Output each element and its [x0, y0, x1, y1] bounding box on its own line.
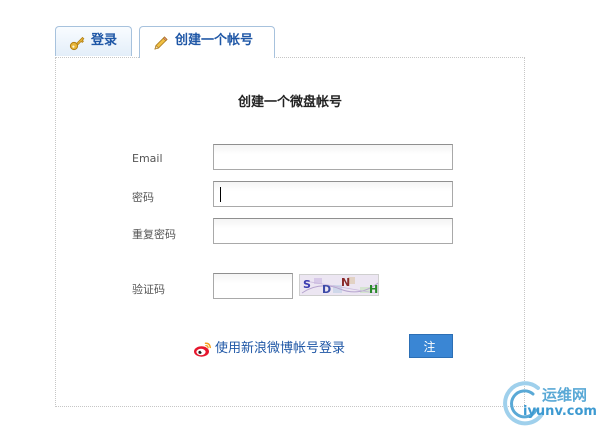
captcha-char: D [322, 283, 332, 296]
watermark: 运维网 iyunv.com [500, 378, 605, 431]
captcha-image[interactable]: S D N H [299, 274, 379, 296]
tab-register-label: 创建一个帐号 [175, 33, 254, 48]
captcha-field[interactable] [213, 273, 293, 299]
watermark-en: iyunv.com [523, 404, 597, 419]
password-label: 密码 [132, 191, 154, 204]
captcha-char: S [303, 278, 311, 291]
watermark-cn: 运维网 [542, 386, 588, 404]
key-icon [69, 34, 85, 51]
weibo-login-label: 使用新浪微博帐号登录 [215, 341, 346, 356]
captcha-char: H [369, 283, 379, 296]
pencil-icon [153, 34, 169, 50]
captcha-char: N [341, 276, 351, 289]
tab-login-label: 登录 [91, 33, 118, 48]
tab-login[interactable]: 登录 [55, 26, 132, 56]
register-button[interactable]: 注 册 [409, 334, 453, 376]
email-label: Email [132, 152, 163, 165]
confirm-password-field[interactable] [213, 218, 453, 244]
email-field[interactable] [213, 144, 453, 170]
captcha-noise [300, 275, 378, 295]
register-panel: 创建一个微盘帐号 Email 密码 重复密码 验证码 S D N H 使用新浪微… [55, 57, 525, 407]
tab-register[interactable]: 创建一个帐号 [139, 26, 275, 58]
weibo-icon [193, 340, 213, 358]
confirm-password-label: 重复密码 [132, 228, 176, 241]
captcha-label: 验证码 [132, 283, 165, 296]
text-cursor [220, 187, 221, 202]
password-field[interactable] [213, 181, 453, 207]
page-title: 创建一个微盘帐号 [237, 95, 342, 110]
